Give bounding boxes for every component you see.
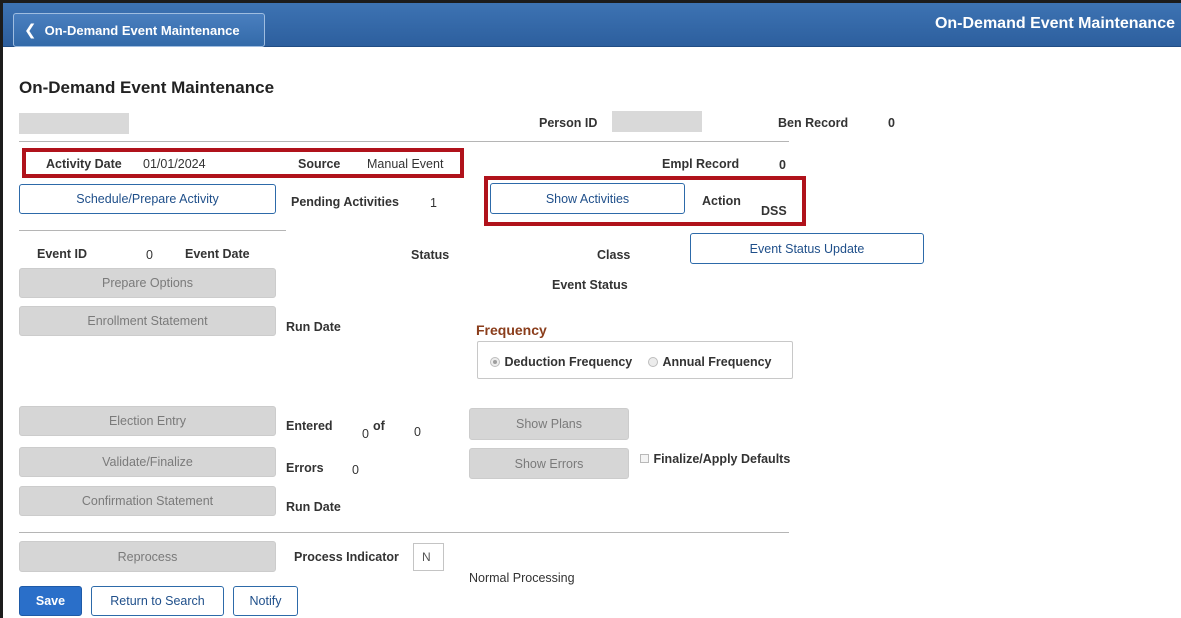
finalize-apply-defaults-label: Finalize/Apply Defaults	[653, 452, 791, 466]
of-value: 0	[414, 425, 421, 439]
prepare-options-button[interactable]: Prepare Options	[19, 268, 276, 298]
banner-title: On-Demand Event Maintenance	[934, 15, 1175, 32]
empl-record-label: Empl Record	[662, 157, 740, 171]
activity-date-value: 01/01/2024	[143, 157, 206, 171]
back-button[interactable]: ❮ On-Demand Event Maintenance	[13, 13, 265, 47]
radio-unselected-icon	[648, 356, 658, 367]
confirmation-statement-button[interactable]: Confirmation Statement	[19, 486, 276, 516]
errors-value: 0	[352, 463, 359, 477]
divider	[19, 141, 789, 142]
deduction-frequency-label: Deduction Frequency	[504, 355, 633, 369]
finalize-apply-defaults-checkbox[interactable]: Finalize/Apply Defaults	[640, 450, 790, 468]
class-label: Class	[597, 248, 631, 262]
back-button-label: On-Demand Event Maintenance	[44, 22, 240, 38]
divider	[19, 230, 286, 231]
process-indicator-field[interactable]: N	[413, 543, 444, 571]
chevron-left-icon: ❮	[24, 22, 37, 39]
process-indicator-label: Process Indicator	[294, 550, 399, 564]
frequency-radio-group: Deduction Frequency Annual Frequency	[477, 341, 793, 379]
person-id-value	[612, 111, 702, 132]
validate-finalize-button[interactable]: Validate/Finalize	[19, 447, 276, 477]
source-label: Source	[298, 157, 341, 171]
run-date-label: Run Date	[286, 500, 341, 514]
show-plans-button[interactable]: Show Plans	[469, 408, 629, 440]
source-value: Manual Event	[367, 157, 444, 171]
return-to-search-button[interactable]: Return to Search	[91, 586, 224, 616]
page-title: On-Demand Event Maintenance	[19, 78, 275, 97]
annual-frequency-option[interactable]: Annual Frequency	[648, 353, 772, 371]
show-activities-button[interactable]: Show Activities	[490, 183, 685, 214]
event-status-label: Event Status	[552, 278, 628, 292]
action-value: DSS	[761, 204, 787, 218]
top-banner: ❮ On-Demand Event Maintenance On-Demand …	[3, 3, 1181, 47]
redacted-name	[19, 113, 129, 134]
radio-selected-icon	[490, 356, 500, 367]
empl-record-value: 0	[779, 158, 786, 172]
ben-record-value: 0	[888, 116, 895, 130]
ben-record-label: Ben Record	[778, 116, 849, 130]
event-status-update-button[interactable]: Event Status Update	[690, 233, 924, 264]
person-id-label: Person ID	[539, 116, 598, 130]
show-errors-button[interactable]: Show Errors	[469, 448, 629, 479]
event-date-label: Event Date	[185, 247, 250, 261]
process-indicator-description: Normal Processing	[469, 571, 575, 585]
deduction-frequency-option[interactable]: Deduction Frequency	[490, 353, 632, 371]
reprocess-button[interactable]: Reprocess	[19, 541, 276, 572]
annual-frequency-label: Annual Frequency	[662, 355, 772, 369]
event-id-value: 0	[146, 248, 153, 262]
action-label: Action	[702, 194, 741, 208]
pending-activities-label: Pending Activities	[291, 195, 399, 209]
entered-label: Entered	[286, 419, 333, 433]
pending-activities-value: 1	[430, 196, 437, 210]
status-label: Status	[411, 248, 450, 262]
enrollment-statement-button[interactable]: Enrollment Statement	[19, 306, 276, 336]
frequency-title: Frequency	[476, 322, 547, 338]
errors-label: Errors	[286, 461, 324, 475]
schedule-prepare-activity-button[interactable]: Schedule/Prepare Activity	[19, 184, 276, 214]
divider	[19, 532, 789, 533]
of-label: of	[373, 419, 385, 433]
save-button[interactable]: Save	[19, 586, 82, 616]
entered-value: 0	[362, 427, 369, 441]
election-entry-button[interactable]: Election Entry	[19, 406, 276, 436]
notify-button[interactable]: Notify	[233, 586, 298, 616]
run-date-label: Run Date	[286, 320, 341, 334]
event-id-label: Event ID	[37, 247, 88, 261]
activity-date-label: Activity Date	[46, 157, 122, 171]
checkbox-icon	[640, 454, 649, 464]
